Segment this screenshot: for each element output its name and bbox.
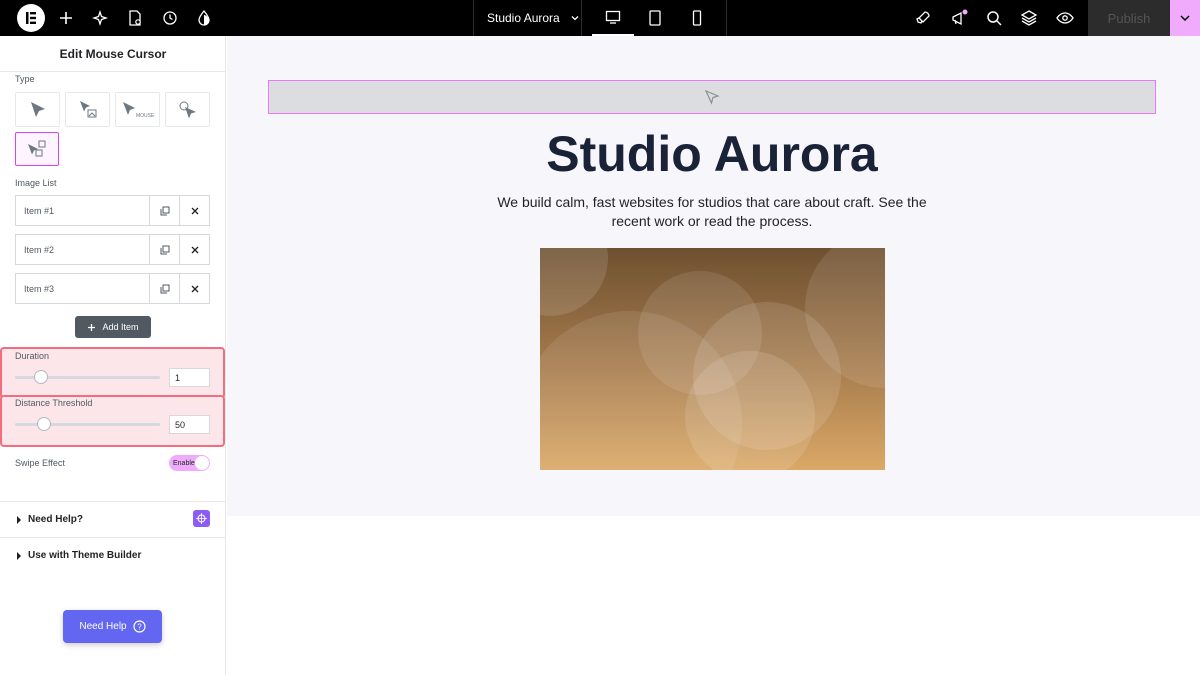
duration-control: Duration 1 (0, 347, 225, 399)
history-icon[interactable] (160, 8, 180, 28)
toggle-knob (195, 456, 209, 470)
duration-slider-thumb[interactable] (34, 370, 49, 384)
editor-panel: Edit Mouse Cursor Type MOUSE Image List … (0, 36, 226, 675)
preview-canvas: Studio Aurora We build calm, fast websit… (227, 36, 1200, 675)
mobile-icon[interactable] (676, 0, 718, 36)
cursor-image-list-option[interactable] (15, 132, 59, 166)
remove-icon[interactable] (179, 274, 209, 303)
image-list-label: Image List (15, 178, 57, 188)
publish-button[interactable]: Publish (1088, 0, 1170, 36)
duplicate-icon[interactable] (149, 196, 179, 225)
search-icon[interactable] (984, 8, 1004, 28)
list-item[interactable]: Item #1 (15, 195, 210, 226)
list-item-label: Item #1 (24, 205, 55, 216)
hero-subtitle: We build calm, fast websites for studios… (497, 194, 927, 229)
distance-threshold-input[interactable]: 50 (169, 415, 210, 434)
ai-assistant-icon[interactable] (193, 510, 210, 527)
whats-new-icon[interactable] (949, 8, 969, 28)
list-item-label: Item #3 (24, 283, 55, 294)
list-item-label: Item #2 (24, 244, 55, 255)
svg-text:MOUSE: MOUSE (136, 113, 155, 119)
list-item[interactable]: Item #3 (15, 273, 210, 304)
cursor-default-option[interactable] (15, 92, 60, 127)
panel-title: Edit Mouse Cursor (0, 36, 226, 72)
device-switcher (581, 0, 727, 36)
tablet-icon[interactable] (634, 0, 676, 36)
chevron-down-icon (571, 16, 579, 21)
site-name: Studio Aurora (487, 11, 560, 25)
swipe-effect-label: Swipe Effect (15, 458, 65, 468)
hero-section: Studio Aurora We build calm, fast websit… (227, 36, 1200, 516)
distance-threshold-control: Distance Threshold 50 (0, 395, 225, 447)
theme-builder-section-label: Use with Theme Builder (28, 550, 142, 561)
cursor-image-option[interactable] (65, 92, 110, 127)
preview-eye-icon[interactable] (1055, 8, 1075, 28)
cursor-text-option[interactable]: MOUSE (115, 92, 160, 127)
cursor-image-list-icon (28, 140, 46, 157)
rocket-icon[interactable] (913, 8, 933, 28)
cursor-text-icon: MOUSE (122, 101, 155, 119)
list-item[interactable]: Item #2 (15, 234, 210, 265)
swipe-toggle-text: Enable (173, 459, 195, 467)
duration-label: Duration (15, 351, 50, 361)
sparkle-icon[interactable] (91, 8, 111, 28)
add-item-button[interactable]: Add Item (75, 316, 151, 338)
cursor-arrow-icon (30, 101, 45, 117)
cursor-image-icon (79, 100, 96, 117)
site-selector[interactable]: Studio Aurora (473, 0, 581, 36)
plus-icon[interactable] (56, 8, 76, 28)
question-circle-icon: ? (133, 620, 146, 633)
hero-title: Studio Aurora (546, 126, 878, 182)
svg-text:?: ? (137, 623, 142, 632)
need-help-section-label: Need Help? (28, 514, 84, 525)
hero-image (540, 248, 885, 470)
caret-right-icon (17, 551, 21, 560)
duration-input[interactable]: 1 (169, 368, 210, 387)
remove-icon[interactable] (179, 235, 209, 264)
need-help-button-label: Need Help (79, 621, 127, 632)
duplicate-icon[interactable] (149, 274, 179, 303)
desktop-icon[interactable] (592, 0, 634, 36)
chevron-down-icon (1180, 15, 1190, 22)
cursor-custom-icon (179, 101, 196, 118)
type-label: Type (15, 74, 35, 84)
swipe-effect-toggle[interactable]: Enable (169, 455, 210, 471)
need-help-button[interactable]: Need Help ? (63, 610, 162, 643)
add-item-label: Add Item (102, 322, 139, 332)
top-bar: Studio Aurora Publish (0, 0, 1200, 36)
page-settings-icon[interactable] (125, 8, 145, 28)
theme-builder-section[interactable]: Use with Theme Builder (0, 537, 226, 573)
layers-icon[interactable] (1019, 8, 1039, 28)
remove-icon[interactable] (179, 196, 209, 225)
mouse-cursor-widget[interactable] (268, 80, 1156, 114)
publish-options-button[interactable] (1170, 0, 1200, 36)
duplicate-icon[interactable] (149, 235, 179, 264)
cursor-custom-option[interactable] (165, 92, 210, 127)
distance-threshold-label: Distance Threshold (15, 398, 93, 408)
caret-right-icon (17, 515, 21, 524)
distance-slider-thumb[interactable] (37, 417, 51, 431)
plus-icon (88, 323, 96, 331)
theme-style-icon[interactable] (194, 8, 214, 28)
cursor-send-icon (704, 89, 720, 105)
elementor-logo-icon[interactable] (17, 4, 45, 32)
